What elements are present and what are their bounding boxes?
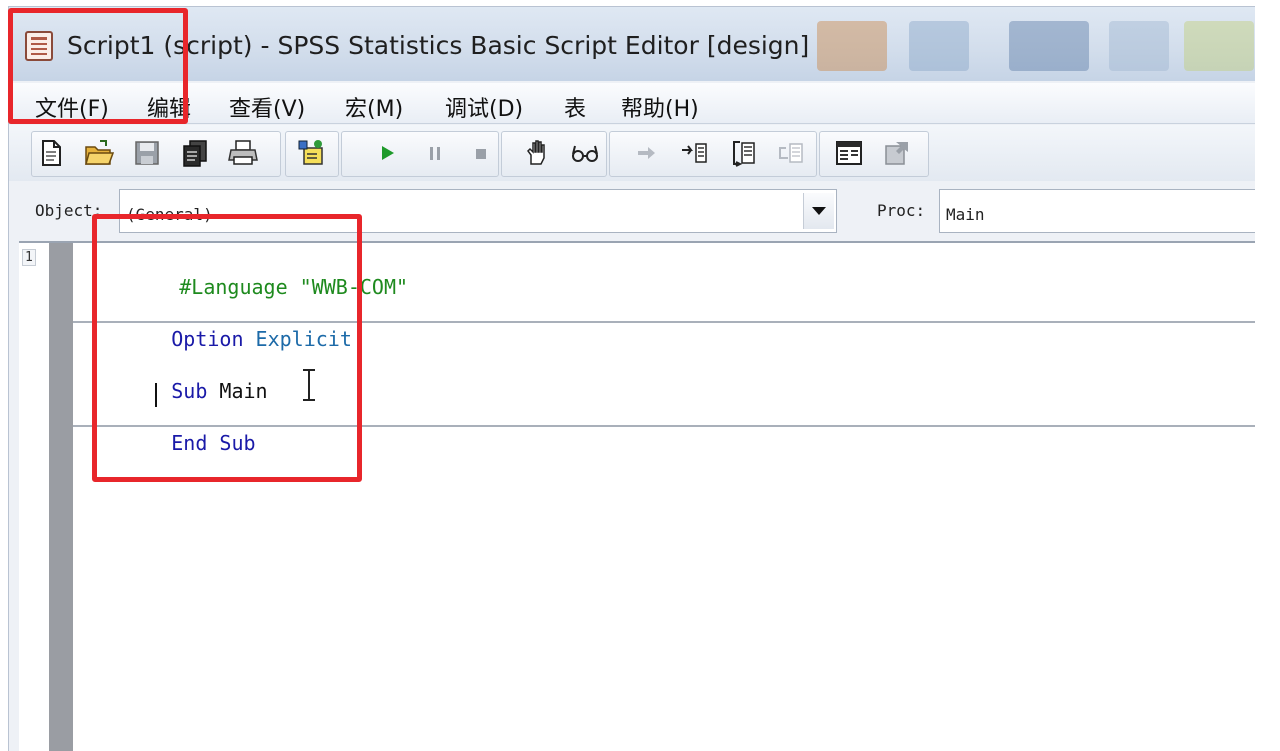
stop-icon[interactable] xyxy=(465,137,497,169)
background-thumbnail xyxy=(1184,21,1254,71)
line-gutter: 1 xyxy=(19,243,73,751)
save-icon[interactable] xyxy=(131,137,163,169)
highlight-box-code xyxy=(92,214,362,482)
step-back-icon[interactable] xyxy=(775,137,807,169)
object-browser-icon[interactable] xyxy=(833,137,865,169)
proc-dropdown-value: Main xyxy=(946,205,985,224)
title-bar[interactable]: Script1 (script) - SPSS Statistics Basic… xyxy=(9,7,1255,81)
background-thumbnail xyxy=(817,21,887,71)
toolbar xyxy=(9,125,1255,181)
menu-view[interactable]: 查看(V) xyxy=(229,91,305,123)
highlight-box-title-icon xyxy=(8,8,188,124)
line-number: 1 xyxy=(22,249,36,266)
step-over-icon[interactable] xyxy=(679,137,711,169)
new-icon[interactable] xyxy=(35,137,67,169)
step-out-icon[interactable] xyxy=(727,137,759,169)
copy-icon[interactable] xyxy=(179,137,211,169)
breakpoint-margin[interactable] xyxy=(49,243,73,751)
menu-table[interactable]: 表 xyxy=(564,91,586,123)
menu-bar: 文件(F) 编辑 查看(V) 宏(M) 调试(D) 表 帮助(H) xyxy=(9,83,1255,124)
proc-dropdown[interactable]: Main xyxy=(939,189,1255,233)
dialog-editor-icon[interactable] xyxy=(295,137,327,169)
proc-label: Proc: xyxy=(877,201,926,220)
background-thumbnail xyxy=(909,21,969,71)
menu-macro[interactable]: 宏(M) xyxy=(345,91,403,123)
quick-watch-icon[interactable] xyxy=(569,137,601,169)
toggle-breakpoint-icon[interactable] xyxy=(521,137,553,169)
run-icon[interactable] xyxy=(371,137,403,169)
print-icon[interactable] xyxy=(227,137,259,169)
background-thumbnail xyxy=(1109,21,1169,71)
menu-help[interactable]: 帮助(H) xyxy=(621,91,699,123)
menu-debug[interactable]: 调试(D) xyxy=(445,91,523,123)
step-into-icon[interactable] xyxy=(631,137,663,169)
chevron-down-icon[interactable] xyxy=(803,193,834,229)
pause-icon[interactable] xyxy=(419,137,451,169)
background-thumbnail xyxy=(1009,21,1089,71)
properties-icon[interactable] xyxy=(881,137,913,169)
open-folder-icon[interactable] xyxy=(83,137,115,169)
